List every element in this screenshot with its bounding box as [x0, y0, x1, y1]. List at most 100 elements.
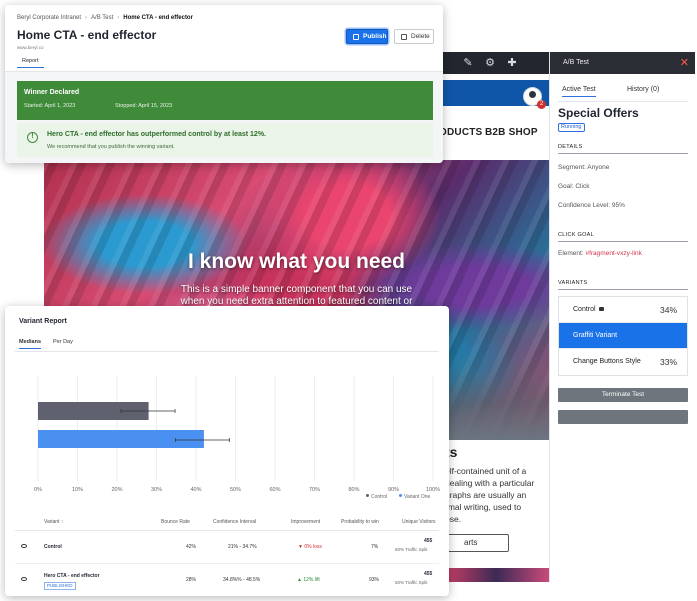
- close-icon[interactable]: ✕: [680, 52, 689, 74]
- winner-title: Winner Declared: [24, 89, 80, 96]
- page-title: Home CTA - end effector: [17, 28, 157, 42]
- column-header-variant[interactable]: Variant ↑: [44, 519, 63, 525]
- terminate-test-button[interactable]: Terminate Test: [558, 388, 688, 402]
- x-tick-label: 80%: [348, 487, 359, 493]
- x-tick-label: 90%: [388, 487, 399, 493]
- goal-label: Goal:: [558, 183, 574, 190]
- breadcrumb-item[interactable]: Beryl Corporate Intranet: [17, 15, 81, 21]
- variants-heading: VARIANTS: [558, 280, 588, 286]
- lock-icon: [598, 307, 604, 311]
- goal-value: Click: [575, 183, 590, 190]
- column-header-bounce: Bounce Rate: [161, 519, 190, 525]
- experience-title: Special Offers: [558, 106, 639, 120]
- unique-visitors: 455: [424, 571, 433, 577]
- variant-name: Graffiti Variant: [573, 332, 618, 339]
- segment-field: Segment: Anyone: [558, 164, 609, 171]
- results-table: Variant ↑ Bounce Rate Confidence Interva…: [15, 513, 439, 596]
- pencil-icon[interactable]: ✎: [462, 57, 474, 69]
- x-tick-label: 0%: [34, 487, 42, 493]
- variant-percent: 33%: [659, 331, 677, 341]
- variant-item-graffiti[interactable]: Graffiti Variant 33%: [559, 323, 687, 349]
- variant-list: Control 34% Graffiti Variant 33% Change …: [558, 296, 688, 376]
- paragraph-line: dealing with a particular: [445, 478, 535, 488]
- site-url: www.beryl.co: [17, 45, 44, 50]
- content-cta-button[interactable]: arts: [445, 534, 509, 552]
- divider: [558, 289, 688, 290]
- paragraph-line: rmal writing, used to: [445, 502, 522, 512]
- column-header-probability: Probability to win: [341, 519, 379, 525]
- legend-item-variant-one: Variant One: [399, 494, 430, 500]
- bounce-rate: 42%: [186, 544, 197, 550]
- eye-icon[interactable]: [21, 544, 27, 548]
- confidence-field: Confidence Level: 95%: [558, 202, 625, 209]
- published-badge: PUBLISHED: [44, 582, 76, 590]
- eye-icon[interactable]: [21, 577, 27, 581]
- banner-text-line: This is a simple banner component that y…: [180, 284, 413, 295]
- secondary-action-button[interactable]: [558, 410, 688, 424]
- alert-title: Hero CTA - end effector has outperformed…: [47, 131, 266, 138]
- table-row[interactable]: Hero CTA - end effector PUBLISHED 28% 34…: [15, 564, 439, 596]
- confidence-value: 95%: [611, 202, 625, 209]
- nav-item-b2b-shop[interactable]: B2B SHOP: [485, 127, 538, 138]
- legend-swatch: [399, 494, 402, 497]
- confidence-label: Confidence Level:: [558, 202, 611, 209]
- ab-panel-header: A/B Test ✕: [550, 52, 695, 74]
- column-header-improvement: Improvement: [291, 519, 321, 525]
- notification-badge: 2: [537, 100, 546, 109]
- element-field: Element: #fragment-vxzy-link: [558, 250, 642, 257]
- gear-icon[interactable]: ⚙: [484, 57, 496, 69]
- variant-name: Change Buttons Style: [573, 358, 641, 365]
- x-tick-label: 10%: [72, 487, 83, 493]
- probability: 7%: [371, 544, 379, 550]
- traffic-split: 50% Traffic Split: [395, 580, 428, 585]
- column-header-ci: Confidence Interval: [213, 519, 257, 525]
- nav-item-products[interactable]: ODUCTS: [439, 127, 482, 138]
- bar-chart: 0% 10% 20% 30% 40% 50% 60% 70% 80% 90% 100%: [34, 376, 440, 493]
- variant-name: Control: [44, 544, 62, 550]
- variant-item-control[interactable]: Control 34%: [559, 297, 687, 323]
- puzzle-icon[interactable]: ✚: [506, 57, 518, 69]
- variant-percent: 34%: [659, 305, 677, 315]
- delete-button[interactable]: Delete: [394, 29, 434, 44]
- publish-label: Publish: [363, 33, 387, 40]
- alert-info-icon: !: [27, 132, 38, 143]
- variant-item-change-buttons[interactable]: Change Buttons Style 33%: [559, 349, 687, 375]
- x-tick-label: 100%: [426, 487, 440, 493]
- confidence-interval: 21% - 34.7%: [228, 544, 257, 550]
- started-date: Started: April 1, 2023: [24, 103, 76, 109]
- status-badge: Running: [558, 123, 585, 132]
- table-header: Variant ↑ Bounce Rate Confidence Interva…: [15, 513, 439, 531]
- confidence-interval: 34.8%% - 48.5%: [223, 577, 261, 583]
- x-tick-label: 60%: [269, 487, 280, 493]
- divider: [558, 241, 688, 242]
- legend-swatch: [366, 494, 369, 497]
- banner-title: I know what you need: [187, 250, 406, 273]
- element-label: Element:: [558, 250, 584, 257]
- goal-field: Goal: Click: [558, 183, 589, 190]
- winner-banner: Winner Declared Started: April 1, 2023 S…: [17, 81, 433, 120]
- success-alert: ! Hero CTA - end effector has outperform…: [17, 123, 433, 157]
- breadcrumb: Beryl Corporate Intranet › A/B Test › Home C…: [17, 15, 193, 21]
- x-tick-label: 40%: [190, 487, 201, 493]
- breadcrumb-current: Home CTA - end effector: [123, 15, 193, 21]
- probability: 93%: [369, 577, 380, 583]
- unique-visitors: 455: [424, 538, 433, 544]
- tab-history[interactable]: History (0): [627, 86, 659, 93]
- x-tick-label: 30%: [151, 487, 162, 493]
- ab-test-panel: A/B Test ✕ Active Test History (0) Speci…: [549, 52, 695, 582]
- tab-active-test[interactable]: Active Test: [562, 86, 596, 97]
- test-summary-card: Beryl Corporate Intranet › A/B Test › Home C…: [5, 5, 443, 163]
- element-link[interactable]: #fragment-vxzy-link: [585, 250, 641, 257]
- x-tick-label: 20%: [111, 487, 122, 493]
- segment-label: Segment:: [558, 164, 586, 171]
- tab-report[interactable]: Report: [17, 58, 44, 68]
- stopped-date: Stopped: April 15, 2023: [115, 103, 173, 109]
- table-row[interactable]: Control 42% 21% - 34.7% ▼ 0% loss 7% 455…: [15, 531, 439, 564]
- traffic-split: 50% Traffic Split: [395, 547, 428, 552]
- breadcrumb-item[interactable]: A/B Test: [91, 15, 113, 21]
- bar-variant-one: [38, 430, 204, 448]
- footer-image: [443, 568, 549, 582]
- column-header-visitors: Unique Visitors: [402, 519, 436, 525]
- publish-button[interactable]: Publish: [346, 29, 388, 44]
- legend-item-control: Control: [366, 494, 387, 500]
